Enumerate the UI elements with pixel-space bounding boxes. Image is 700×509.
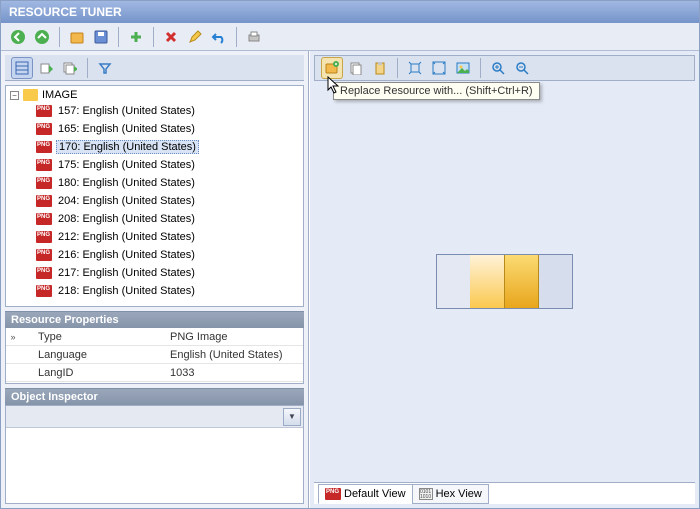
property-value: 1033	[170, 367, 303, 379]
print-button[interactable]	[243, 26, 265, 48]
tab-hex-view[interactable]: 01011010 Hex View	[412, 484, 489, 504]
tree-item-label: 170: English (United States)	[56, 140, 199, 154]
image-button[interactable]	[452, 57, 474, 79]
separator	[480, 58, 481, 78]
hex-icon: 01011010	[419, 488, 433, 500]
tree-toolbar	[5, 55, 304, 81]
separator	[118, 27, 119, 47]
separator	[59, 27, 60, 47]
resource-properties-grid[interactable]: »TypePNG ImageLanguageEnglish (United St…	[5, 328, 304, 384]
separator	[236, 27, 237, 47]
property-key: Type	[20, 331, 170, 343]
property-key: Language	[20, 349, 170, 361]
object-inspector: ▼	[5, 405, 304, 504]
property-row[interactable]: »TypePNG Image	[6, 328, 303, 346]
tree-item-label: 180: English (United States)	[56, 177, 197, 189]
resource-properties-header: Resource Properties	[5, 311, 304, 328]
save-button[interactable]	[90, 26, 112, 48]
property-key: LangID	[20, 367, 170, 379]
chevron-down-icon[interactable]: ▼	[283, 408, 301, 426]
png-icon	[36, 177, 52, 189]
tooltip: Replace Resource with... (Shift+Ctrl+R)	[333, 82, 540, 100]
up-button[interactable]	[31, 26, 53, 48]
separator	[87, 58, 88, 78]
title-bar: RESOURCE TUNER	[1, 1, 699, 23]
resource-tree-panel: − IMAGE 157: English (United States) 165:…	[5, 85, 304, 307]
property-value: English (United States)	[170, 349, 303, 361]
main-toolbar	[1, 23, 699, 51]
png-icon	[36, 105, 52, 117]
png-icon	[36, 213, 52, 225]
tree-item-label: 157: English (United States)	[56, 105, 197, 117]
tab-default-view[interactable]: Default View	[318, 484, 413, 504]
property-row[interactable]: LangID1033	[6, 364, 303, 382]
delete-button[interactable]	[160, 26, 182, 48]
folder-icon	[23, 89, 38, 101]
fit-button[interactable]	[404, 57, 426, 79]
undo-button[interactable]	[208, 26, 230, 48]
png-icon	[36, 195, 52, 207]
paste-button[interactable]	[369, 57, 391, 79]
property-row[interactable]: LanguageEnglish (United States)	[6, 346, 303, 364]
png-icon	[36, 267, 52, 279]
tree-item[interactable]: 165: English (United States)	[6, 120, 303, 138]
property-value: PNG Image	[170, 331, 303, 343]
tree-item-label: 212: English (United States)	[56, 231, 197, 243]
tree-item-label: 216: English (United States)	[56, 249, 197, 261]
right-pane: Replace Resource with... (Shift+Ctrl+R) …	[309, 51, 699, 508]
open-button[interactable]	[66, 26, 88, 48]
tree-item[interactable]: 157: English (United States)	[6, 102, 303, 120]
tree-item[interactable]: 216: English (United States)	[6, 246, 303, 264]
tree-view-button[interactable]	[11, 57, 33, 79]
app-title: RESOURCE TUNER	[9, 5, 122, 19]
zoom-out-button[interactable]	[511, 57, 533, 79]
tree-item[interactable]: 204: English (United States)	[6, 192, 303, 210]
png-icon	[36, 141, 52, 153]
inspector-body	[6, 428, 303, 503]
export-button[interactable]	[35, 57, 57, 79]
export-all-button[interactable]	[59, 57, 81, 79]
tree-item-label: 175: English (United States)	[56, 159, 197, 171]
object-inspector-header: Object Inspector	[5, 388, 304, 405]
preview-toolbar: Replace Resource with... (Shift+Ctrl+R)	[314, 55, 695, 81]
tree-item-label: 204: English (United States)	[56, 195, 197, 207]
actual-size-button[interactable]	[428, 57, 450, 79]
preview-image	[436, 254, 573, 309]
filter-button[interactable]	[94, 57, 116, 79]
resource-tree[interactable]: − IMAGE 157: English (United States) 165:…	[6, 86, 303, 306]
tree-item-label: 218: English (United States)	[56, 285, 197, 297]
png-icon	[36, 159, 52, 171]
replace-resource-button[interactable]	[321, 57, 343, 79]
tree-item[interactable]: 212: English (United States)	[6, 228, 303, 246]
image-preview	[314, 85, 695, 478]
tree-item[interactable]: 217: English (United States)	[6, 264, 303, 282]
tree-item-label: 208: English (United States)	[56, 213, 197, 225]
zoom-in-button[interactable]	[487, 57, 509, 79]
separator	[397, 58, 398, 78]
add-button[interactable]	[125, 26, 147, 48]
edit-button[interactable]	[184, 26, 206, 48]
chevron-icon: »	[6, 332, 20, 342]
png-icon	[36, 231, 52, 243]
tree-item[interactable]: 170: English (United States)	[6, 138, 303, 156]
tree-root-image[interactable]: − IMAGE	[6, 88, 303, 102]
inspector-combo[interactable]: ▼	[6, 406, 303, 428]
png-icon	[36, 285, 52, 297]
tree-item[interactable]: 208: English (United States)	[6, 210, 303, 228]
tree-item-label: 165: English (United States)	[56, 123, 197, 135]
copy-button[interactable]	[345, 57, 367, 79]
tree-item[interactable]: 175: English (United States)	[6, 156, 303, 174]
left-pane: − IMAGE 157: English (United States) 165:…	[1, 51, 309, 508]
png-icon	[325, 488, 341, 500]
tree-root-label: IMAGE	[42, 89, 77, 101]
png-icon	[36, 123, 52, 135]
tree-item[interactable]: 180: English (United States)	[6, 174, 303, 192]
tree-item-label: 217: English (United States)	[56, 267, 197, 279]
back-button[interactable]	[7, 26, 29, 48]
view-tabs: Default View 01011010 Hex View	[314, 482, 695, 504]
collapse-icon[interactable]: −	[10, 91, 19, 100]
separator	[153, 27, 154, 47]
tree-item[interactable]: 218: English (United States)	[6, 282, 303, 300]
png-icon	[36, 249, 52, 261]
